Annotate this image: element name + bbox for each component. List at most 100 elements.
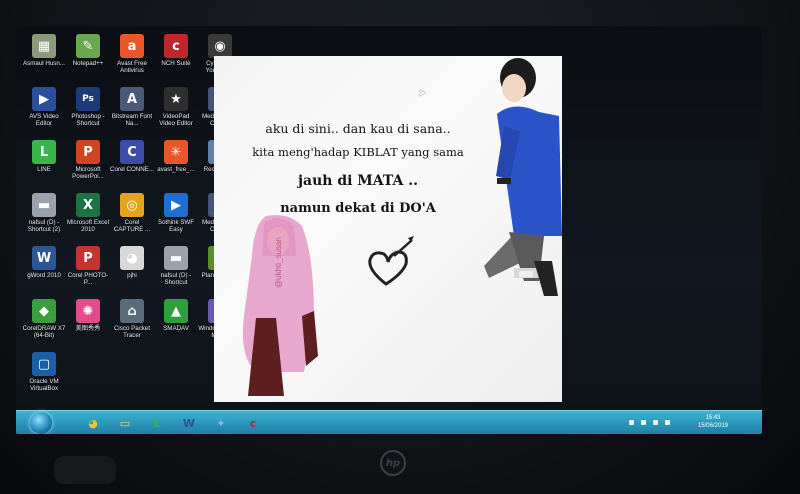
chrome-taskbar-icon[interactable]: ◕: [78, 414, 108, 432]
line-icon: L: [32, 140, 56, 164]
corel-capture-icon: ◎: [120, 193, 144, 217]
clock-time: 15:43: [705, 415, 721, 421]
wallpaper-watermark: @ukhti_susan: [274, 237, 283, 288]
desktop-shortcut-label: Avast Free Antivirus: [117, 60, 147, 74]
desktop-shortcut[interactable]: C Corel CONNE...: [110, 140, 154, 173]
wallpaper-line-2: kita meng'hadap KIBLAT yang sama: [252, 145, 464, 159]
powerpoint-icon: P: [76, 140, 100, 164]
desktop-shortcut-label: Oracle VM VirtualBox: [29, 378, 59, 392]
desktop-shortcut-label: SMADAV: [163, 325, 189, 332]
sothink-icon: ▶: [164, 193, 188, 217]
desktop-shortcut[interactable]: Ps Photoshop - Shortcut: [66, 87, 110, 127]
tray-clock[interactable]: 15:43 15/06/2019: [698, 414, 728, 430]
desktop-shortcut[interactable]: ▬ nafsul (D) - Shortcut: [154, 246, 198, 286]
desktop-shortcut[interactable]: ▦ Asmaul Husn...: [22, 34, 66, 67]
network-tool-taskbar-icon[interactable]: ✦: [206, 414, 236, 432]
wallpaper-line-1: aku di sini.. dan kau di sana..: [265, 121, 451, 136]
desktop-shortcut[interactable]: X Microsoft Excel 2010: [66, 193, 110, 233]
desktop-shortcut-label: Bitstream Font Na...: [111, 113, 153, 127]
desktop-shortcut[interactable]: ★ VideoPad Video Editor: [154, 87, 198, 127]
avast-icon: a: [120, 34, 144, 58]
heart-doodle: [368, 236, 414, 286]
videopad-icon: ★: [164, 87, 188, 111]
desktop: ▦ Asmaul Husn... ✎ Notepad++ a Avast Free Ant…: [16, 26, 762, 410]
desktop-shortcut-label: CorelDRAW X7 (64-Bit): [22, 325, 66, 339]
bitstream-icon: A: [120, 87, 144, 111]
smadav-icon: ▲: [164, 299, 188, 323]
nch-icon: c: [164, 34, 188, 58]
avast-installer-icon: ✳: [164, 140, 188, 164]
hp-logo-text: hp: [385, 457, 401, 469]
word-icon: W: [32, 246, 56, 270]
drive-shortcut-icon-2: ▬: [164, 246, 188, 270]
desktop-shortcut[interactable]: L LINE: [22, 140, 66, 173]
desktop-shortcut-label: Sothink SWF Easy: [157, 219, 195, 233]
desktop-shortcut[interactable]: ◆ CorelDRAW X7 (64-Bit): [22, 299, 66, 339]
desktop-shortcut-label: nafsul (D) - Shortcut: [160, 272, 192, 286]
desktop-shortcut-label: avast_free_...: [157, 166, 195, 173]
desktop-shortcut[interactable]: A Bitstream Font Na...: [110, 87, 154, 127]
explorer-taskbar-icon[interactable]: ▭: [110, 414, 140, 432]
corel-connect-icon: C: [120, 140, 144, 164]
wallpaper-illustration: [242, 58, 562, 396]
chrome-icon: ◕: [120, 246, 144, 270]
desktop-shortcut[interactable]: P Corel PHOTO-P...: [66, 246, 110, 286]
coreldraw-icon: ◆: [32, 299, 56, 323]
desktop-wallpaper: aku di sini.. dan kau di sana.. kita men…: [214, 56, 562, 402]
desktop-shortcut-label: Corel CONNE...: [110, 166, 155, 173]
desktop-shortcut-label: Corel PHOTO-P...: [67, 272, 109, 286]
mouse-cursor-icon: ➤: [418, 88, 427, 99]
desktop-shortcut-label: Corel CAPTURE ...: [113, 219, 151, 233]
word-taskbar-icon[interactable]: W: [174, 414, 204, 432]
desktop-shortcut[interactable]: ▶ AVS Video Editor: [22, 87, 66, 127]
photoshop-icon: Ps: [76, 87, 100, 111]
desktop-shortcut-label: VideoPad Video Editor: [159, 113, 193, 127]
line-taskbar-icon[interactable]: L: [142, 414, 172, 432]
avs-icon: ▶: [32, 87, 56, 111]
wallpaper-line-4: namun dekat di DO'A: [280, 201, 436, 216]
desktop-shortcut-label: Microsoft Excel 2010: [67, 219, 109, 233]
corel-photopaint-icon: P: [76, 246, 100, 270]
desktop-shortcut-label: 美图秀秀: [75, 325, 101, 332]
tray-battery-icon[interactable]: [665, 420, 670, 425]
nch-taskbar-icon[interactable]: c: [238, 414, 268, 432]
desktop-shortcut[interactable]: ◎ Corel CAPTURE ...: [110, 193, 154, 233]
desktop-shortcut-label: AVS Video Editor: [29, 113, 59, 127]
start-button[interactable]: [30, 412, 52, 434]
drive-shortcut-icon: ▬: [32, 193, 56, 217]
desktop-shortcut-label: gWord 2010: [27, 272, 61, 279]
tray-volume-icon[interactable]: [653, 420, 658, 425]
desktop-shortcut[interactable]: a Avast Free Antivirus: [110, 34, 154, 74]
desktop-shortcut[interactable]: ▲ SMADAV: [154, 299, 198, 332]
desktop-shortcut[interactable]: WgWord 2010: [22, 246, 66, 279]
desktop-shortcut[interactable]: ▬ nafsul (D) - Shortcut (2): [22, 193, 66, 233]
desktop-shortcut[interactable]: ◕ pjhi: [110, 246, 154, 279]
desktop-shortcut[interactable]: ✳ avast_free_...: [154, 140, 198, 173]
desktop-shortcut-label: NCH Suite: [161, 60, 191, 67]
desktop-shortcut-label: Microsoft PowerPoi...: [72, 166, 104, 180]
desktop-shortcut-label: nafsul (D) - Shortcut (2): [27, 219, 61, 233]
desktop-shortcut-label: LINE: [37, 166, 51, 173]
desktop-shortcut[interactable]: c NCH Suite: [154, 34, 198, 67]
desktop-screen: ▦ Asmaul Husn... ✎ Notepad++ a Avast Free Ant…: [16, 26, 762, 434]
desktop-shortcut[interactable]: P Microsoft PowerPoi...: [66, 140, 110, 180]
desktop-shortcut[interactable]: ▢ Oracle VM VirtualBox: [22, 352, 66, 392]
virtualbox-icon: ▢: [32, 352, 56, 376]
desktop-shortcut-label: Notepad++: [72, 60, 104, 67]
desktop-shortcut[interactable]: ✺ 美图秀秀: [66, 299, 110, 332]
desktop-shortcut[interactable]: ✎ Notepad++: [66, 34, 110, 67]
document-icon: ▦: [32, 34, 56, 58]
clock-date: 15/06/2019: [697, 423, 728, 429]
cisco-icon: ⌂: [120, 299, 144, 323]
desktop-shortcut[interactable]: ⌂ Cisco Packet Tracer: [110, 299, 154, 339]
tray-flag-icon[interactable]: [629, 420, 634, 425]
desktop-shortcut-label: Cisco Packet Tracer: [113, 325, 151, 339]
taskbar: ◕ ▭ L W ✦ c 15:43 15/06/2019: [16, 410, 762, 434]
excel-icon: X: [76, 193, 100, 217]
monitor-frame: hp ▦ Asmaul Husn... ✎ Notepad++ a Avast Free …: [0, 0, 800, 494]
tray-network-icon[interactable]: [641, 420, 646, 425]
webcam-icon: ◉: [208, 34, 232, 58]
notepadpp-icon: ✎: [76, 34, 100, 58]
meitu-icon: ✺: [76, 299, 100, 323]
desktop-shortcut[interactable]: ▶ Sothink SWF Easy: [154, 193, 198, 233]
